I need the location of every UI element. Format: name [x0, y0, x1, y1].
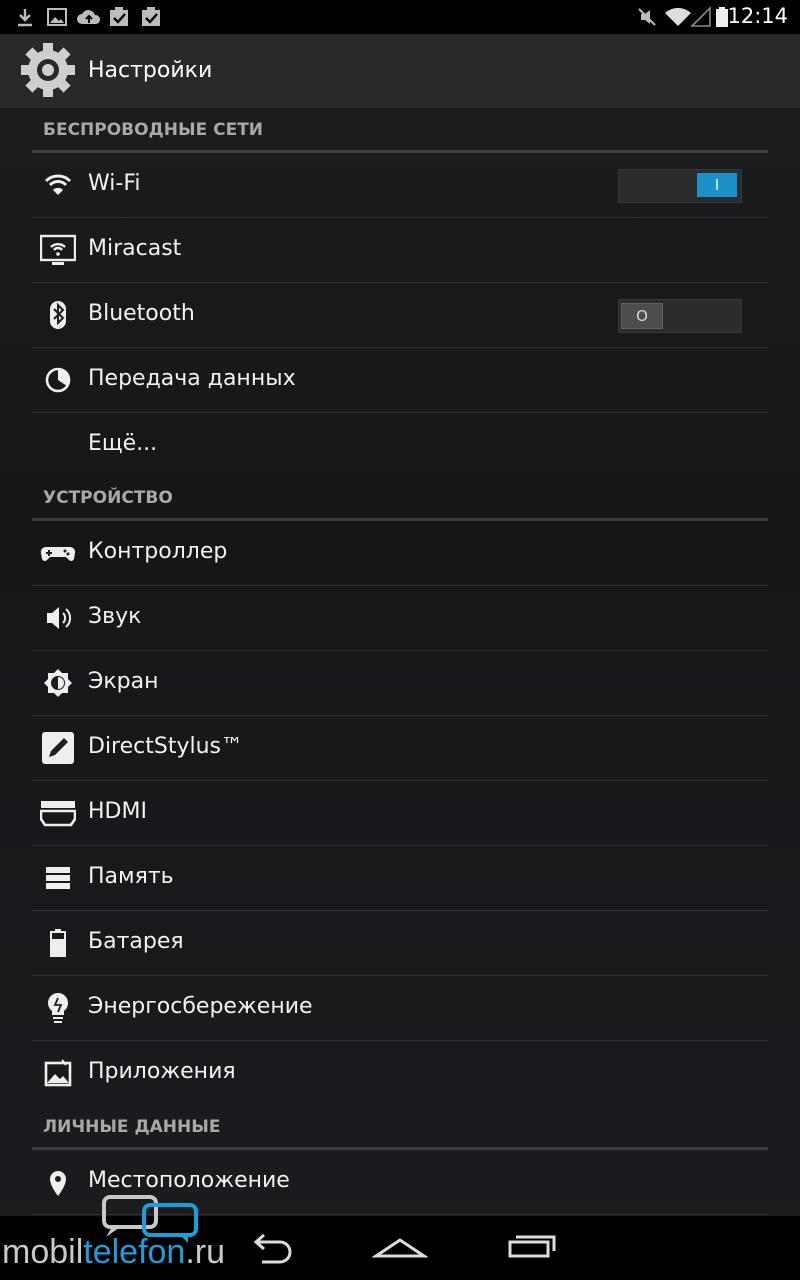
settings-item-miracast[interactable]: Miracast [32, 218, 768, 283]
item-label: Звук [88, 604, 142, 629]
item-label: Экран [88, 669, 159, 694]
wifi-icon [665, 7, 691, 27]
checkbox-icon [142, 7, 160, 26]
section-title: БЕСПРОВОДНЫЕ СЕТИ [43, 120, 264, 140]
item-label: Ещё... [88, 431, 158, 456]
clock: 12:14 [727, 4, 788, 28]
data-usage-icon [45, 367, 71, 393]
page-title: Настройки [88, 58, 213, 83]
item-label: Память [88, 864, 174, 889]
speaker-icon [47, 607, 72, 629]
settings-item-bluetooth[interactable]: Bluetooth O [32, 283, 768, 348]
settings-item-storage[interactable]: Память [32, 846, 768, 911]
mute-icon [638, 8, 656, 26]
watermark-part: mobil [2, 1233, 84, 1271]
settings-item-sound[interactable]: Звук [32, 586, 768, 651]
apps-icon [44, 1059, 72, 1087]
settings-item-battery[interactable]: Батарея [32, 911, 768, 976]
settings-item-power-saving[interactable]: Энергосбережение [32, 976, 768, 1041]
section-header-personal: ЛИЧНЫЕ ДАННЫЕ [32, 1107, 768, 1150]
item-label: Передача данных [88, 366, 296, 391]
item-label: Энергосбережение [88, 994, 313, 1019]
item-label: Приложения [88, 1059, 236, 1084]
battery-icon [50, 929, 66, 957]
wifi-icon [44, 174, 72, 195]
settings-item-display[interactable]: Экран [32, 651, 768, 716]
item-label: Контроллер [88, 539, 228, 564]
settings-item-more[interactable]: Ещё... [32, 413, 768, 477]
lightbulb-icon [48, 993, 68, 1023]
cloud-upload-icon [77, 10, 101, 24]
toggle-thumb: O [621, 303, 663, 329]
watermark: mobiltelefon.ru [0, 1195, 300, 1280]
image-icon [47, 8, 67, 26]
bluetooth-toggle[interactable]: O [618, 299, 742, 333]
checkbox-icon [110, 7, 128, 26]
download-icon [18, 9, 32, 27]
section-header-wireless: БЕСПРОВОДНЫЕ СЕТИ [32, 110, 768, 153]
watermark-part: .ru [185, 1233, 226, 1271]
settings-item-wifi[interactable]: Wi-Fi I [32, 153, 768, 218]
home-icon[interactable] [372, 1232, 428, 1262]
item-label: HDMI [88, 799, 147, 824]
settings-item-data-usage[interactable]: Передача данных [32, 348, 768, 413]
item-label: Wi-Fi [88, 171, 141, 196]
miracast-icon [40, 234, 76, 265]
signal-icon [690, 6, 711, 27]
action-bar: Настройки [0, 34, 800, 108]
settings-item-controller[interactable]: Контроллер [32, 521, 768, 586]
item-label: Батарея [88, 929, 184, 954]
location-pin-icon [50, 1171, 66, 1196]
status-bar: 12:14 [0, 0, 800, 34]
section-title: УСТРОЙСТВО [43, 488, 173, 508]
hdmi-icon [40, 801, 76, 827]
brightness-icon [44, 669, 72, 697]
toggle-thumb: I [697, 173, 737, 197]
gamepad-icon [40, 546, 76, 561]
settings-item-directstylus[interactable]: DirectStylus™ [32, 716, 768, 781]
bluetooth-icon [50, 301, 66, 329]
section-header-device: УСТРОЙСТВО [32, 478, 768, 521]
settings-gear-icon[interactable] [18, 40, 78, 100]
watermark-text: mobiltelefon.ru [2, 1233, 225, 1272]
wifi-toggle[interactable]: I [618, 169, 742, 203]
settings-item-apps[interactable]: Приложения [32, 1041, 768, 1105]
item-label: Miracast [88, 236, 182, 261]
watermark-part: telefon [83, 1233, 186, 1271]
recent-apps-icon[interactable] [506, 1232, 558, 1262]
settings-item-hdmi[interactable]: HDMI [32, 781, 768, 846]
stylus-icon [42, 732, 74, 764]
item-label: DirectStylus™ [88, 734, 243, 759]
storage-icon [46, 867, 70, 889]
section-title: ЛИЧНЫЕ ДАННЫЕ [43, 1117, 221, 1137]
settings-screen: 12:14 Настройки БЕСПРОВОДНЫЕ СЕТИ Wi-Fi … [0, 0, 800, 1280]
item-label: Местоположение [88, 1168, 290, 1193]
item-label: Bluetooth [88, 301, 195, 326]
